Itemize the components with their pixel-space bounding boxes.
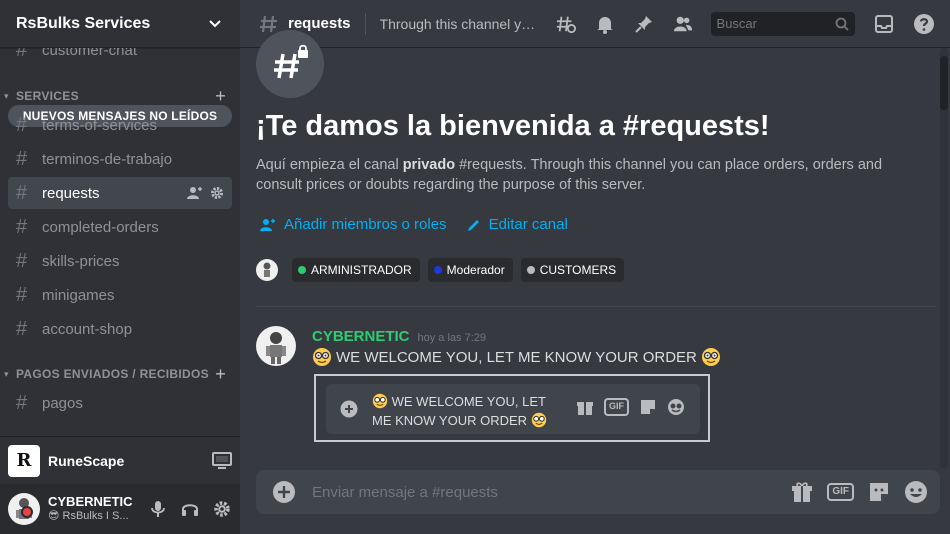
channel-minigames[interactable]: # minigames (8, 279, 232, 311)
channel-terminos-de-trabajo[interactable]: # terminos-de-trabajo (8, 143, 232, 175)
attachment-composer-preview: WE WELCOME YOU, LET ME KNOW YOUR ORDER G… (326, 384, 700, 434)
gear-icon[interactable] (212, 499, 232, 519)
gif-icon[interactable]: GIF (827, 483, 854, 501)
user-name: CYBERNETIC (48, 494, 133, 510)
add-channel-icon[interactable]: + (215, 86, 226, 107)
channel-skills-prices[interactable]: # skills-prices (8, 245, 232, 277)
activity-name: RuneScape (48, 452, 125, 469)
hash-icon: # (16, 215, 28, 238)
user-panel: CYBERNETIC 😎 RsBulks I S... (0, 484, 240, 534)
search-icon (835, 17, 849, 31)
channel-topic[interactable]: Through this channel you can place order… (380, 16, 540, 32)
divider (364, 12, 366, 35)
emoji-icon (668, 399, 684, 415)
channel-list[interactable]: # customer-chat NUEVOS MENSAJES NO LEÍDO… (0, 48, 240, 436)
welcome-title: ¡Te damos la bienvenida a #requests! (256, 110, 770, 142)
gift-icon (577, 402, 593, 415)
message-composer: GIF (256, 470, 940, 514)
sticker-icon (641, 400, 655, 414)
nerd-emoji-icon (312, 347, 332, 367)
hash-icon: # (16, 249, 28, 272)
edit-channel-button[interactable]: Editar canal (467, 216, 568, 233)
channel-terms-of-services[interactable]: # terms-of-services (8, 109, 232, 141)
private-hash-icon: # (16, 181, 28, 204)
category-pagos[interactable]: ▾ PAGOS ENVIADOS / RECIBIDOS + (4, 364, 232, 384)
plus-circle-icon (340, 400, 358, 418)
server-name: RsBulks Services (16, 14, 151, 32)
hash-icon: # (16, 283, 28, 306)
channel-completed-orders[interactable]: # completed-orders (8, 211, 232, 243)
search-box[interactable] (710, 11, 855, 36)
add-member-icon (260, 218, 275, 231)
chat-area: requests Through this channel you can pl… (240, 0, 950, 534)
members-icon[interactable] (673, 14, 693, 34)
channel-title: requests (288, 15, 351, 32)
hash-icon: # (16, 48, 28, 61)
channel-welcome-icon (256, 30, 324, 98)
threads-icon[interactable] (556, 14, 576, 34)
caret-down-icon: ▾ (4, 368, 9, 379)
hash-icon: # (16, 113, 28, 136)
avatar[interactable] (256, 326, 296, 366)
role-badge[interactable]: Moderador (427, 258, 513, 282)
search-input[interactable] (716, 16, 827, 31)
role-color-dot (433, 266, 442, 274)
hash-icon: # (16, 147, 28, 170)
bell-icon[interactable] (595, 14, 615, 34)
add-members-button[interactable]: Añadir miembros o roles (260, 216, 447, 233)
sunglasses-emoji-icon: 😎 (48, 510, 60, 523)
channel-sidebar: RsBulks Services # customer-chat NUEVOS … (0, 0, 240, 534)
chevron-down-icon (209, 19, 221, 27)
role-list: ARMINISTRADOR Moderador CUSTOMERS (256, 258, 625, 282)
role-badge[interactable]: ARMINISTRADOR (292, 258, 420, 282)
pencil-icon (467, 219, 479, 231)
channel-customer-chat[interactable]: # customer-chat (8, 48, 232, 66)
welcome-description: Aquí empieza el canal privado #requests.… (256, 157, 883, 193)
pin-icon[interactable] (634, 14, 654, 34)
message-attachment-image[interactable]: WE WELCOME YOU, LET ME KNOW YOUR ORDER G… (314, 374, 710, 442)
gif-icon: GIF (604, 398, 629, 416)
channel-account-shop[interactable]: # account-shop (8, 313, 232, 345)
screen-share-icon[interactable] (212, 451, 232, 470)
plus-circle-icon[interactable] (272, 480, 296, 504)
add-channel-icon[interactable]: + (215, 364, 226, 385)
gift-icon[interactable] (791, 480, 813, 504)
headphones-icon[interactable] (180, 499, 200, 519)
message-author[interactable]: CYBERNETIC (312, 328, 410, 345)
channel-requests[interactable]: # requests (8, 177, 232, 209)
category-services[interactable]: ▾ SERVICES + (4, 86, 232, 106)
gear-icon[interactable] (210, 186, 224, 200)
server-header[interactable]: RsBulks Services (0, 0, 240, 48)
welcome-actions: Añadir miembros o roles Editar canal (260, 216, 568, 233)
caret-down-icon: ▾ (4, 90, 9, 101)
hash-icon: # (16, 391, 28, 414)
message-timestamp: hoy a las 7:29 (417, 332, 487, 344)
message-content: WE WELCOME YOU, LET ME KNOW YOUR ORDER (312, 347, 721, 367)
status-dnd-icon (21, 506, 33, 518)
nerd-emoji-icon (372, 393, 388, 409)
emoji-icon[interactable] (904, 480, 928, 504)
sticker-icon[interactable] (868, 480, 890, 504)
role-color-dot (526, 266, 535, 274)
help-icon[interactable] (913, 13, 935, 35)
message-input[interactable] (312, 483, 752, 501)
activity-panel[interactable]: R RuneScape (0, 436, 240, 484)
hash-icon: # (16, 317, 28, 340)
inbox-icon[interactable] (873, 13, 895, 35)
attachment-text: WE WELCOME YOU, LET ME KNOW YOUR ORDER (372, 393, 547, 428)
nerd-emoji-icon (701, 347, 721, 367)
role-badge[interactable]: CUSTOMERS (520, 258, 625, 282)
divider (256, 306, 936, 307)
microphone-icon[interactable] (148, 499, 168, 519)
role-color-dot (298, 266, 306, 274)
user-status: 😎 RsBulks I S... (48, 510, 129, 523)
add-member-icon[interactable] (187, 186, 203, 200)
avatar[interactable] (256, 259, 278, 281)
runescape-logo: R (8, 444, 40, 477)
nerd-emoji-icon (531, 412, 547, 428)
channel-header: requests Through this channel you can pl… (240, 0, 950, 48)
scrollbar-thumb[interactable] (940, 56, 948, 110)
scrollbar[interactable] (940, 48, 948, 468)
channel-pagos[interactable]: # pagos (8, 387, 232, 419)
